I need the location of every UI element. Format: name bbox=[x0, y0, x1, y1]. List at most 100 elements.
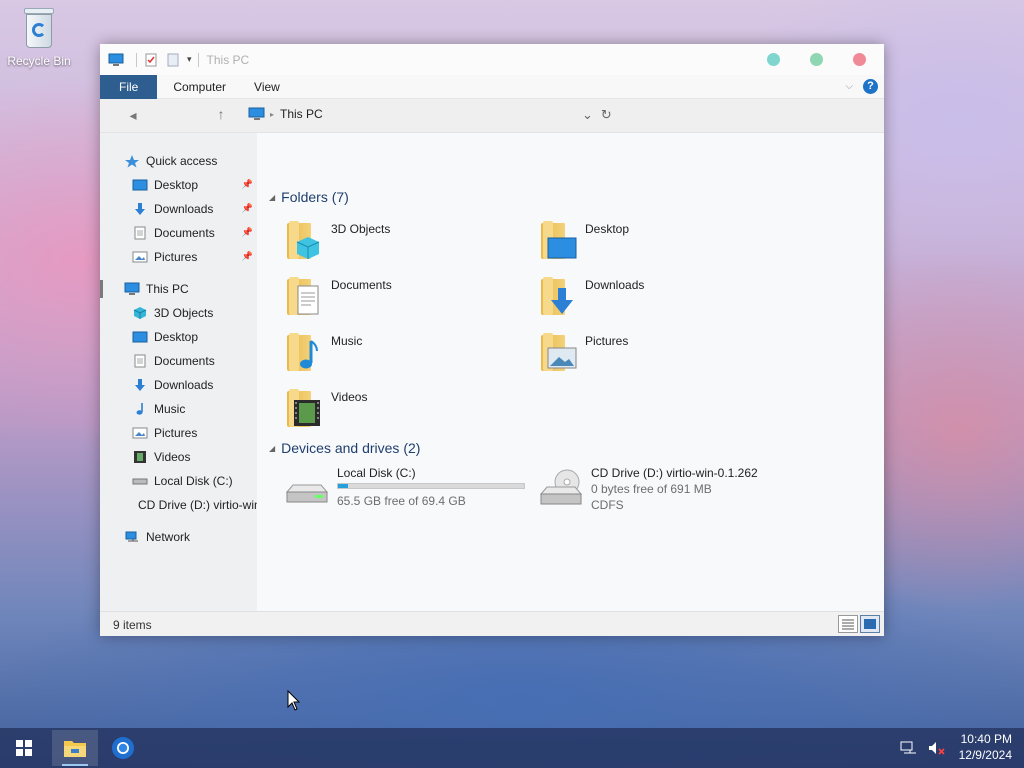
this-pc-icon bbox=[124, 282, 140, 295]
folder-downloads-icon bbox=[537, 273, 581, 317]
properties-icon[interactable] bbox=[143, 53, 159, 67]
folder-3d-objects[interactable]: 3D Objects bbox=[283, 217, 523, 269]
folder-3d-objects-icon bbox=[283, 217, 327, 261]
title-bar[interactable]: ▾ This PC bbox=[100, 44, 884, 75]
window-title: This PC bbox=[206, 52, 250, 67]
up-arrow-icon[interactable]: ↑ bbox=[210, 106, 232, 122]
this-pc-icon bbox=[108, 53, 124, 66]
start-button[interactable] bbox=[16, 740, 32, 756]
network-tray-icon[interactable] bbox=[900, 740, 918, 756]
folder-music[interactable]: Music bbox=[283, 329, 523, 381]
details-view-button[interactable] bbox=[838, 615, 858, 633]
download-arrow-icon bbox=[135, 203, 145, 215]
nav-videos[interactable]: Videos bbox=[100, 445, 257, 469]
cube-icon bbox=[133, 307, 147, 319]
file-explorer-window: ▾ This PC File Computer View ⌵ ? ◂ ↑ ▸ T… bbox=[100, 44, 884, 636]
minimize-button[interactable] bbox=[767, 53, 780, 66]
tab-file[interactable]: File bbox=[100, 74, 158, 99]
nav-this-pc[interactable]: This PC bbox=[100, 277, 257, 301]
network-icon bbox=[125, 531, 138, 542]
pictures-icon bbox=[132, 251, 148, 263]
drive-d-filesystem: CDFS bbox=[591, 498, 624, 512]
mouse-cursor-icon bbox=[287, 690, 301, 711]
address-breadcrumb[interactable]: ▸ This PC bbox=[248, 107, 323, 121]
desktop-icon bbox=[132, 179, 148, 191]
pin-icon[interactable]: 📌 bbox=[242, 179, 253, 190]
volume-muted-icon[interactable] bbox=[928, 740, 946, 756]
drive-local-disk-c[interactable]: Local Disk (C:) 65.5 GB free of 69.4 GB bbox=[277, 466, 527, 516]
cd-drive-icon bbox=[539, 469, 583, 505]
maximize-button[interactable] bbox=[810, 53, 823, 66]
nav-music[interactable]: Music bbox=[100, 397, 257, 421]
drive-c-free-space: 65.5 GB free of 69.4 GB bbox=[337, 494, 466, 508]
hard-drive-icon bbox=[285, 484, 329, 503]
nav-downloads[interactable]: Downloads bbox=[100, 373, 257, 397]
pin-icon[interactable]: 📌 bbox=[242, 227, 253, 238]
nav-quick-desktop[interactable]: Desktop 📌 bbox=[100, 173, 257, 197]
large-icons-view-button[interactable] bbox=[860, 615, 880, 633]
nav-quick-documents[interactable]: Documents 📌 bbox=[100, 221, 257, 245]
help-icon[interactable]: ? bbox=[863, 79, 878, 94]
browser-icon bbox=[112, 737, 134, 759]
ribbon-tabs: File Computer View ⌵ ? bbox=[100, 74, 884, 99]
close-button[interactable] bbox=[853, 53, 866, 66]
folder-videos-icon bbox=[283, 385, 327, 429]
nav-local-disk[interactable]: Local Disk (C:) bbox=[100, 469, 257, 493]
collapse-triangle-icon[interactable]: ◢ bbox=[269, 444, 275, 453]
customize-quick-access-icon[interactable]: ▾ bbox=[187, 54, 192, 65]
address-dropdown-icon[interactable]: ⌄ bbox=[582, 107, 593, 123]
folder-downloads[interactable]: Downloads bbox=[537, 273, 777, 325]
nav-desktop[interactable]: Desktop bbox=[100, 325, 257, 349]
drive-cd-d[interactable]: CD Drive (D:) virtio-win-0.1.262 0 bytes… bbox=[531, 466, 781, 516]
refresh-icon[interactable]: ↻ bbox=[601, 107, 612, 123]
nav-quick-downloads[interactable]: Downloads 📌 bbox=[100, 197, 257, 221]
clock-date: 12/9/2024 bbox=[958, 748, 1012, 762]
new-folder-icon[interactable] bbox=[165, 53, 181, 67]
nav-network[interactable]: Network bbox=[100, 525, 257, 549]
nav-documents[interactable]: Documents bbox=[100, 349, 257, 373]
drive-c-name: Local Disk (C:) bbox=[337, 466, 416, 480]
drive-c-usage-bar bbox=[337, 483, 525, 489]
folder-videos[interactable]: Videos bbox=[283, 385, 523, 437]
recycle-bin-icon bbox=[21, 8, 57, 50]
folder-documents[interactable]: Documents bbox=[283, 273, 523, 325]
devices-group-header[interactable]: ◢ Devices and drives (2) bbox=[269, 440, 420, 456]
document-icon bbox=[134, 226, 146, 240]
recycle-bin-desktop-icon[interactable]: Recycle Bin bbox=[6, 8, 72, 68]
folders-group-header[interactable]: ◢ Folders (7) bbox=[269, 189, 349, 205]
item-count: 9 items bbox=[113, 618, 152, 632]
content-pane: ◢ Folders (7) 3D Objects Desktop Documen… bbox=[257, 133, 884, 611]
folder-desktop[interactable]: Desktop bbox=[537, 217, 777, 269]
nav-pictures[interactable]: Pictures bbox=[100, 421, 257, 445]
desktop-icon bbox=[132, 331, 148, 343]
pin-icon[interactable]: 📌 bbox=[242, 203, 253, 214]
tab-view[interactable]: View bbox=[240, 75, 294, 99]
taskbar-chrome[interactable] bbox=[100, 730, 146, 766]
taskbar-file-explorer[interactable] bbox=[52, 730, 98, 766]
download-arrow-icon bbox=[135, 379, 145, 391]
nav-3d-objects[interactable]: 3D Objects bbox=[100, 301, 257, 325]
details-view-icon bbox=[842, 619, 854, 630]
folder-documents-icon bbox=[283, 273, 327, 317]
clock-time: 10:40 PM bbox=[960, 732, 1012, 746]
folder-music-icon bbox=[283, 329, 327, 373]
expand-ribbon-chevron-icon[interactable]: ⌵ bbox=[845, 81, 853, 92]
breadcrumb-separator-icon: ▸ bbox=[270, 109, 275, 119]
address-bar-row: ◂ ↑ ▸ This PC ⌄ ↻ bbox=[100, 99, 884, 133]
film-strip-icon bbox=[134, 451, 146, 463]
nav-cd-drive[interactable]: CD Drive (D:) virtio-win-0.1.262 bbox=[100, 493, 257, 517]
large-icons-view-icon bbox=[864, 619, 876, 629]
music-note-icon bbox=[136, 403, 143, 415]
nav-quick-access[interactable]: Quick access bbox=[100, 149, 257, 173]
pin-icon[interactable]: 📌 bbox=[242, 251, 253, 262]
tab-computer[interactable]: Computer bbox=[159, 75, 240, 99]
folder-pictures[interactable]: Pictures bbox=[537, 329, 777, 381]
status-bar: 9 items bbox=[100, 611, 884, 636]
nav-quick-pictures[interactable]: Pictures 📌 bbox=[100, 245, 257, 269]
navigation-pane: Quick access Desktop 📌 Downloads 📌 Documen… bbox=[100, 133, 257, 611]
document-icon bbox=[134, 354, 146, 368]
collapse-triangle-icon[interactable]: ◢ bbox=[269, 193, 275, 202]
star-icon bbox=[125, 155, 139, 168]
clock[interactable]: 10:40 PM 12/9/2024 bbox=[959, 731, 1012, 763]
back-arrow-icon[interactable]: ◂ bbox=[122, 107, 144, 124]
